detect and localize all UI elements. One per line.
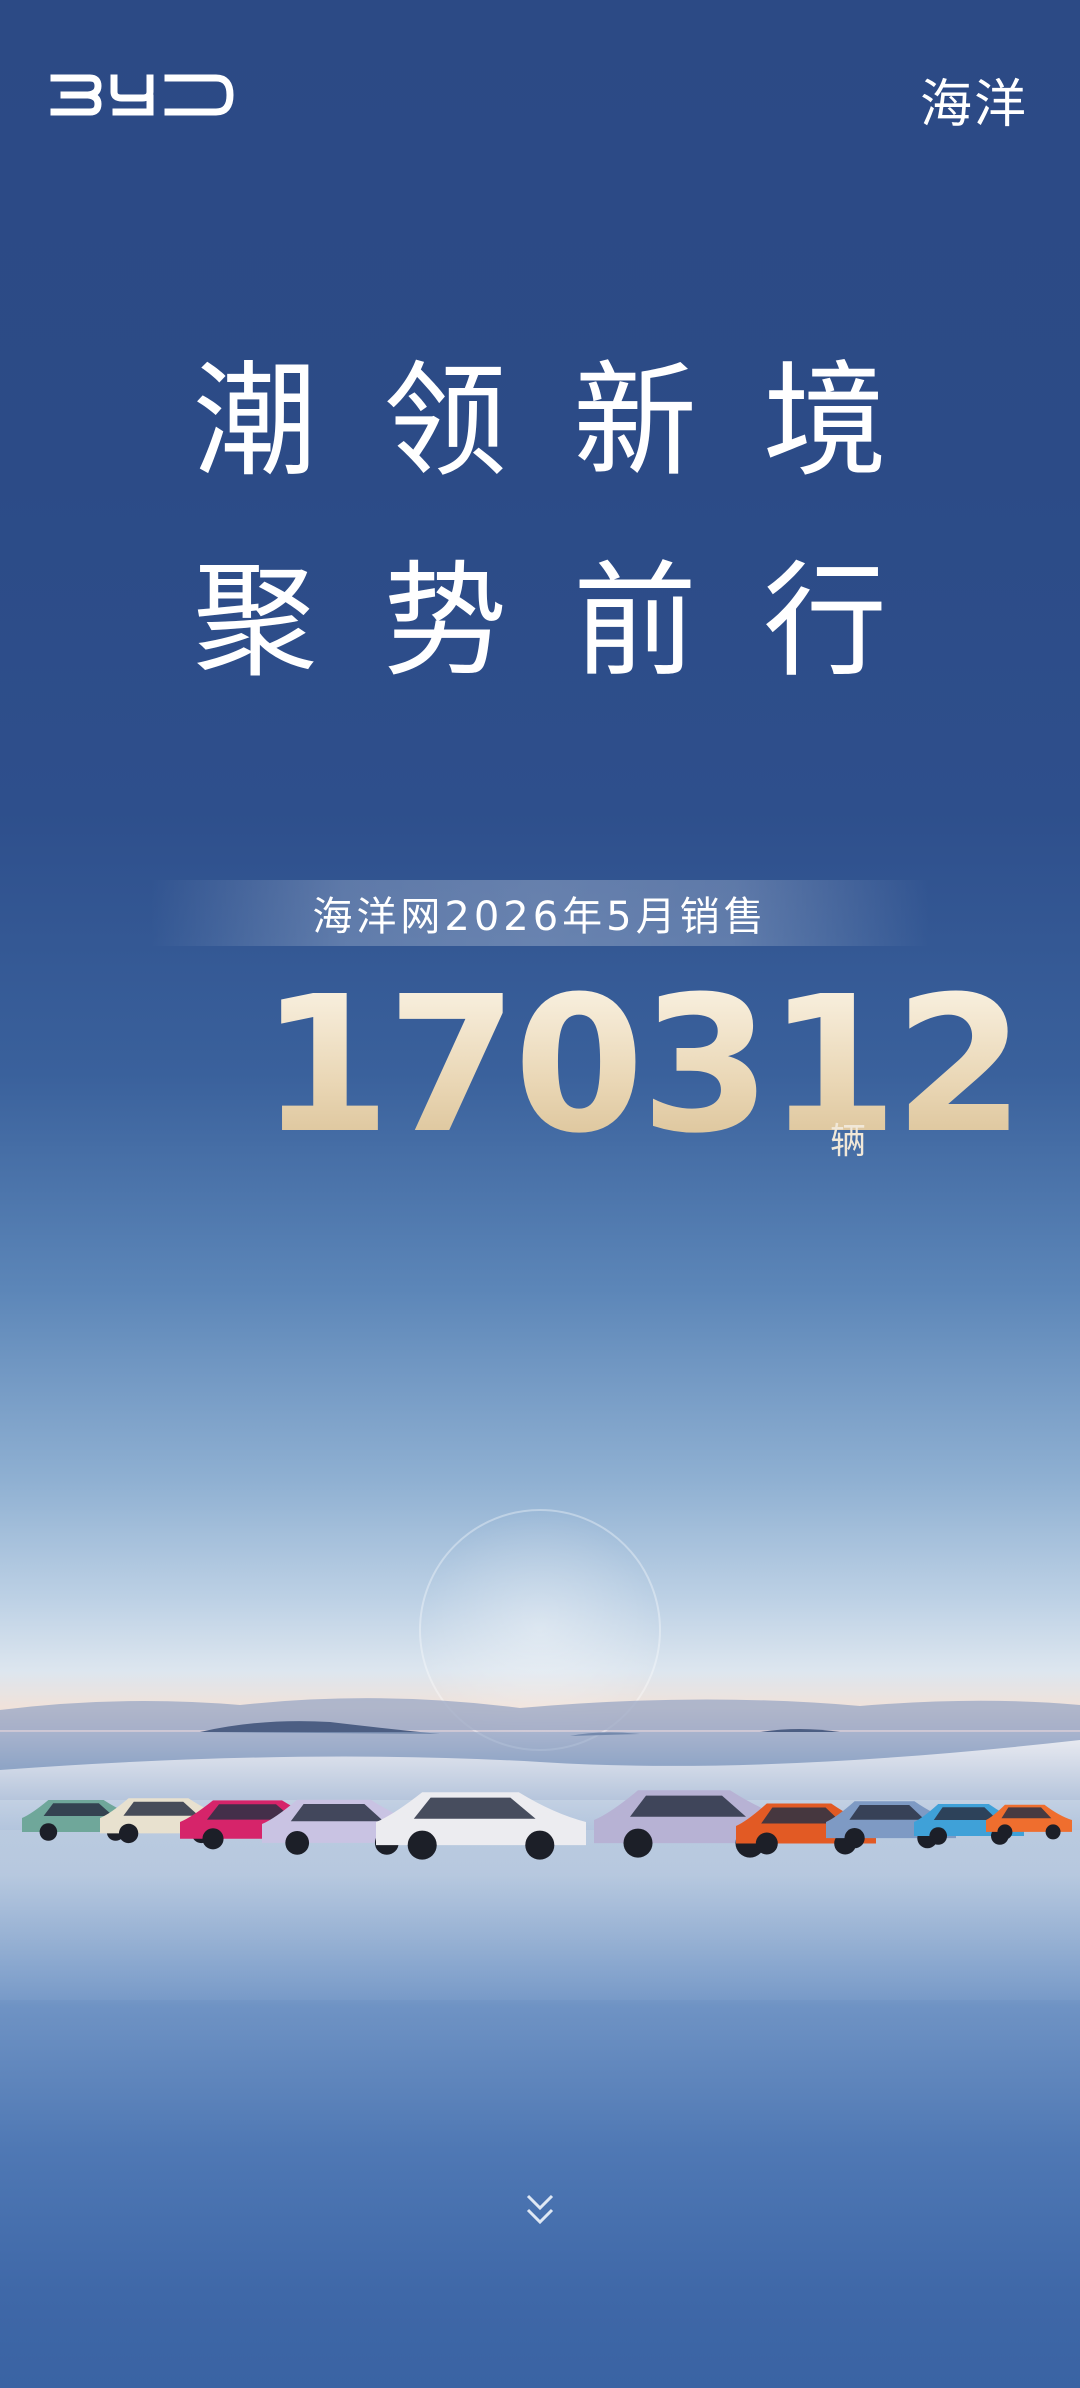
byd-logo [50,74,234,116]
ocean-series-label: 海洋 [919,75,1028,135]
sales-count: 170312 [260,956,1025,1175]
sales-unit: 辆 [830,1121,867,1162]
chevron-double-down-icon[interactable] [522,2190,558,2230]
seascape-scene [0,1509,1080,2000]
sales-banner: 海洋网2026年5月销售 [150,880,930,946]
headline-line-1: 潮领新境 [192,350,953,494]
sales-banner-text: 海洋网2026年5月销售 [312,894,768,940]
headline-line-2: 聚势前行 [192,550,953,694]
